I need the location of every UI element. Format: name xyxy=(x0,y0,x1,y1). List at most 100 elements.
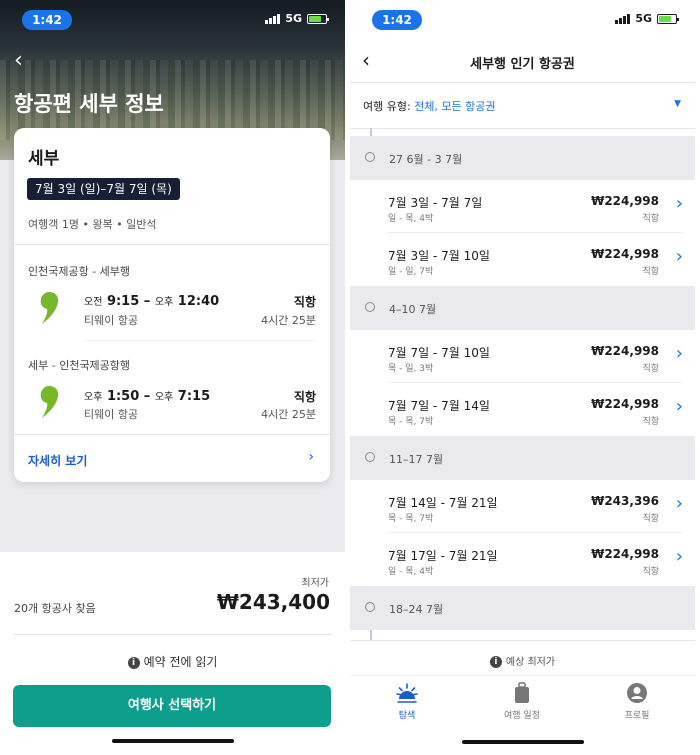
week-label: 4–10 7월 xyxy=(389,303,437,316)
chevron-right-icon[interactable]: › xyxy=(676,397,683,417)
trip-price: ₩224,998 xyxy=(591,194,659,208)
trip-row[interactable]: 7월 7일 - 7월 10일 목 - 일, 3박 ₩224,998 직항 › xyxy=(350,330,695,383)
chevron-right-icon[interactable]: › xyxy=(676,247,683,267)
battery-icon xyxy=(657,13,679,24)
home-indicator xyxy=(462,740,584,744)
airline-logo-icon xyxy=(40,292,59,324)
return-duration: 4시간 25분 xyxy=(261,408,316,421)
week-label: 11–17 7월 xyxy=(389,453,444,466)
filter-value: 전체, 모든 항공권 xyxy=(414,100,496,113)
popular-flights-screen: 1:42 5G ‹ 세부행 인기 항공권 여행 유형: 전체, 모든 항공권 ▼… xyxy=(350,0,695,755)
status-bar: 1:42 5G xyxy=(350,10,695,30)
trip-stop-type: 직항 xyxy=(642,514,659,524)
network-label: 5G xyxy=(285,12,302,25)
trip-stop-type: 직항 xyxy=(642,214,659,224)
trip-row[interactable]: 7월 17일 - 7월 21일 일 - 목, 4박 ₩224,998 직항 › xyxy=(350,533,695,586)
week-header: 11–17 7월 xyxy=(350,436,695,480)
return-route: 세부 - 인천국제공항행 xyxy=(28,359,131,372)
status-time: 1:42 xyxy=(372,10,422,30)
battery-icon xyxy=(307,13,329,24)
tab-trips[interactable]: 여행 일정 xyxy=(482,682,562,721)
header: ‹ 세부행 인기 항공권 xyxy=(350,40,695,83)
chevron-right-icon[interactable]: › xyxy=(676,547,683,567)
destination-city: 세부 xyxy=(28,149,60,169)
sunrise-icon xyxy=(396,683,418,703)
trip-price: ₩224,998 xyxy=(591,247,659,261)
trip-dates: 7월 17일 - 7월 21일 xyxy=(388,549,498,563)
timeline-dot-icon xyxy=(365,602,375,612)
week-header: 27 6월 - 3 7월 xyxy=(350,136,695,180)
page-title: 항공편 세부 정보 xyxy=(14,92,164,116)
flight-details-screen: 1:42 5G ‹ 항공편 세부 정보 세부 7월 3일 (일)–7월 7일 (… xyxy=(0,0,345,755)
tab-explore[interactable]: 탐색 xyxy=(367,682,447,721)
return-airline: 티웨이 항공 xyxy=(84,408,139,421)
caret-down-icon[interactable]: ▼ xyxy=(674,99,681,109)
network-label: 5G xyxy=(635,12,652,25)
return-stop-type: 직항 xyxy=(293,390,316,404)
week-label: 18–24 7월 xyxy=(389,603,444,616)
trip-price: ₩224,998 xyxy=(591,547,659,561)
status-bar: 1:42 5G xyxy=(0,10,345,30)
trip-dates: 7월 3일 - 7월 7일 xyxy=(388,196,483,210)
outbound-times: 오전 9:15 – 오후 12:40 xyxy=(84,294,220,309)
chevron-right-icon[interactable]: › xyxy=(676,344,683,364)
outbound-stop-type: 직항 xyxy=(293,295,316,309)
chevron-right-icon[interactable]: › xyxy=(308,449,314,465)
trip-dates: 7월 3일 - 7월 10일 xyxy=(388,249,490,263)
estimate-label-row: i 예상 최저가 xyxy=(350,653,695,668)
week-header: 4–10 7월 xyxy=(350,286,695,330)
outbound-route: 인천국제공항 - 세부행 xyxy=(28,265,131,278)
trip-nights: 목 - 목, 7박 xyxy=(388,417,434,427)
outbound-duration: 4시간 25분 xyxy=(261,314,316,327)
trip-price: ₩224,998 xyxy=(591,344,659,358)
trip-stop-type: 직항 xyxy=(642,567,659,577)
timeline-dot-icon xyxy=(365,452,375,462)
week-label: 27 6월 - 3 7월 xyxy=(389,153,463,166)
trip-nights: 일 - 일, 7박 xyxy=(388,267,434,277)
lowest-price-label: 최저가 xyxy=(301,578,329,589)
profile-icon xyxy=(627,683,647,703)
chevron-right-icon[interactable]: › xyxy=(676,194,683,214)
trip-dates: 7월 7일 - 7월 14일 xyxy=(388,399,490,413)
signal-icon xyxy=(265,13,281,24)
tab-profile[interactable]: 프로필 xyxy=(597,682,677,721)
airline-logo-icon xyxy=(40,386,59,418)
price-summary-panel: 최저가 20개 항공사 찾음 ₩243,400 i 예약 전에 읽기 여행사 선택… xyxy=(0,552,345,755)
trip-nights: 목 - 일, 3박 xyxy=(388,364,434,374)
date-range-badge: 7월 3일 (일)–7월 7일 (목) xyxy=(27,178,180,200)
info-icon: i xyxy=(127,656,140,669)
read-before-booking-link[interactable]: i 예약 전에 읽기 xyxy=(0,653,345,670)
filter-label: 여행 유형: xyxy=(363,100,415,113)
trip-row[interactable]: 7월 3일 - 7월 10일일 - 일, 7박 ₩224,998 직항 › xyxy=(350,233,695,286)
home-indicator xyxy=(112,739,234,743)
trip-row[interactable]: 7월 3일 - 7월 7일일 - 목, 4박 ₩224,998 직항 › xyxy=(350,180,695,233)
trip-type-filter[interactable]: 여행 유형: 전체, 모든 항공권 ▼ xyxy=(350,82,695,129)
info-icon: i xyxy=(489,656,502,668)
trip-dates: 7월 14일 - 7월 21일 xyxy=(388,496,498,510)
trip-row[interactable]: 7월 7일 - 7월 14일목 - 목, 7박 ₩224,998 직항 › xyxy=(350,383,695,436)
outbound-airline: 티웨이 항공 xyxy=(84,314,139,327)
return-times: 오후 1:50 – 오후 7:15 xyxy=(84,389,211,404)
flight-summary-card: 세부 7월 3일 (일)–7월 7일 (목) 여행객 1명 • 왕복 • 일반석… xyxy=(14,128,330,482)
trip-row[interactable]: 7월 14일 - 7월 21일 목 - 목, 7박 ₩243,396 직항 › xyxy=(350,480,695,533)
trip-stop-type: 직항 xyxy=(642,267,659,277)
status-time: 1:42 xyxy=(22,10,72,30)
signal-icon xyxy=(615,13,631,24)
page-title: 세부행 인기 항공권 xyxy=(470,57,575,72)
suitcase-icon xyxy=(515,682,529,703)
select-agency-button[interactable]: 여행사 선택하기 xyxy=(13,685,331,727)
trip-nights: 일 - 목, 4박 xyxy=(388,214,434,224)
passenger-info: 여행객 1명 • 왕복 • 일반석 xyxy=(28,218,157,231)
airlines-found-count: 20개 항공사 찾음 xyxy=(14,602,96,615)
chevron-right-icon[interactable]: › xyxy=(676,494,683,514)
bottom-bar: i 예상 최저가 탐색 여행 일정 프로필 xyxy=(350,640,695,755)
trip-dates: 7월 7일 - 7월 10일 xyxy=(388,346,490,360)
week-header: 18–24 7월 xyxy=(350,586,695,630)
back-chevron-icon[interactable]: ‹ xyxy=(14,50,23,72)
trip-price: ₩224,998 xyxy=(591,397,659,411)
trip-stop-type: 직항 xyxy=(642,417,659,427)
trip-price: ₩243,396 xyxy=(591,494,659,508)
timeline-dot-icon xyxy=(365,302,375,312)
details-link[interactable]: 자세히 보기 xyxy=(28,452,87,469)
timeline-dot-icon xyxy=(365,152,375,162)
